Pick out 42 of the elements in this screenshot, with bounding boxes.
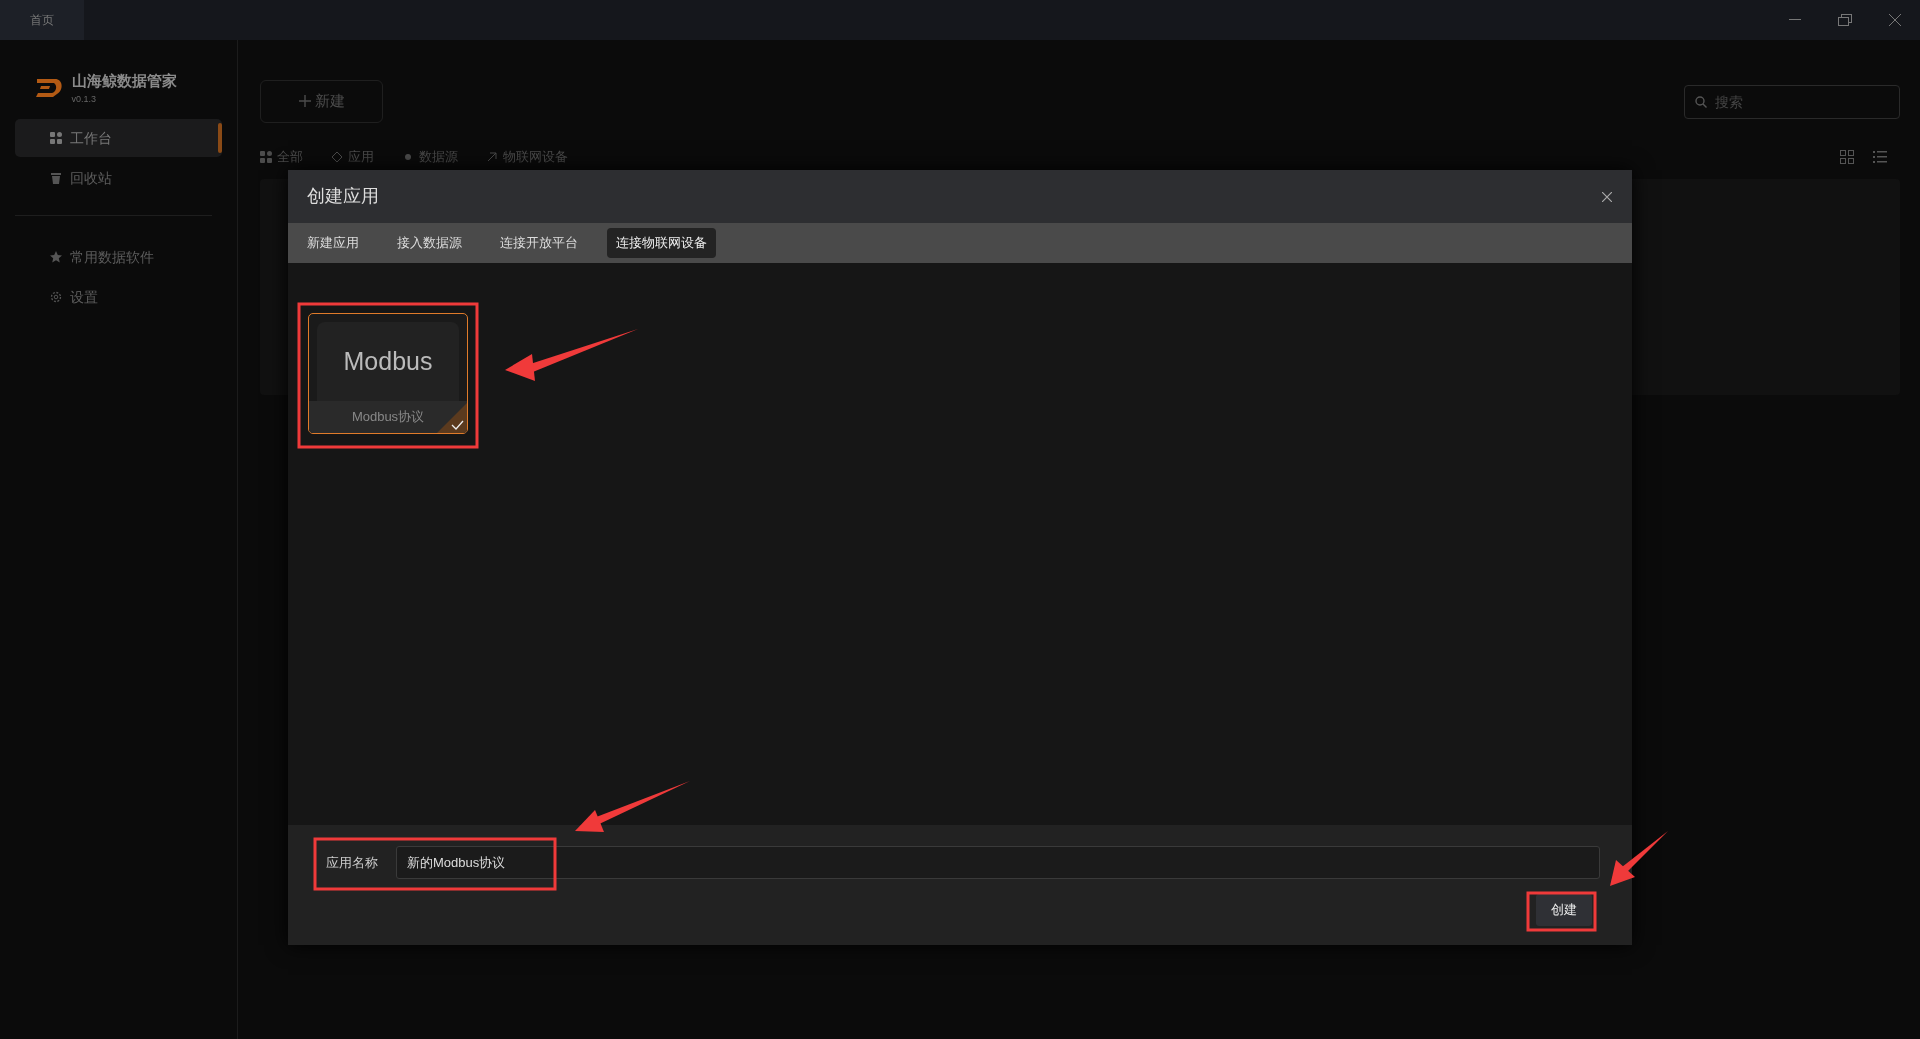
window-tab[interactable]: 首页 <box>0 0 84 40</box>
filter-tab[interactable]: 应用 <box>348 147 374 167</box>
sidebar-item[interactable]: 工作台 <box>15 119 222 157</box>
grid-icon[interactable] <box>1839 150 1854 164</box>
app-name: 山海鲸数据管家 <box>71 71 177 91</box>
dialog-tab[interactable]: 新建应用 <box>298 228 368 258</box>
plus-icon <box>298 95 311 108</box>
template-card[interactable]: Modbus Modbus协议 <box>308 313 468 434</box>
trash-icon <box>50 172 62 184</box>
arrow-icon <box>486 151 498 163</box>
search-field[interactable]: 搜索 <box>1684 84 1900 119</box>
check-icon <box>437 403 467 433</box>
dot-icon <box>402 151 414 163</box>
arrow <box>1610 831 1668 886</box>
field-label: 应用名称 <box>325 853 379 872</box>
minimize-icon[interactable] <box>1789 19 1801 21</box>
list-icon[interactable] <box>1873 150 1887 164</box>
sidebar-item[interactable]: 回收站 <box>15 159 222 197</box>
create-button[interactable]: 创建 <box>1536 894 1592 926</box>
logo-icon <box>33 76 65 100</box>
diamond-icon <box>331 151 343 163</box>
dialog-title: 创建应用 <box>307 185 379 208</box>
sidebar-item[interactable]: 常用数据软件 <box>15 238 222 276</box>
grid-icon <box>260 151 272 163</box>
new-button[interactable]: 新建 <box>260 80 383 123</box>
filter-tab[interactable]: 全部 <box>277 147 303 167</box>
restore-icon[interactable] <box>1838 14 1852 26</box>
dialog-tab[interactable]: 连接物联网设备 <box>607 228 716 258</box>
close-icon[interactable] <box>1602 191 1612 202</box>
template-logo: Modbus <box>317 322 459 402</box>
settings-icon <box>50 291 62 303</box>
sidebar-item[interactable]: 设置 <box>15 278 222 316</box>
grid-icon <box>50 132 62 144</box>
close-icon[interactable] <box>1889 14 1901 26</box>
search-icon <box>1695 95 1707 108</box>
app-name-field[interactable]: 新的Modbus协议 <box>396 846 1600 879</box>
star-icon <box>50 251 62 263</box>
app-version: v0.1.3 <box>71 92 98 106</box>
dialog-tab[interactable]: 接入数据源 <box>388 228 471 258</box>
highlight-frame <box>1526 891 1597 932</box>
template-label: Modbus协议 <box>309 401 467 433</box>
dialog-tab[interactable]: 连接开放平台 <box>491 228 587 258</box>
